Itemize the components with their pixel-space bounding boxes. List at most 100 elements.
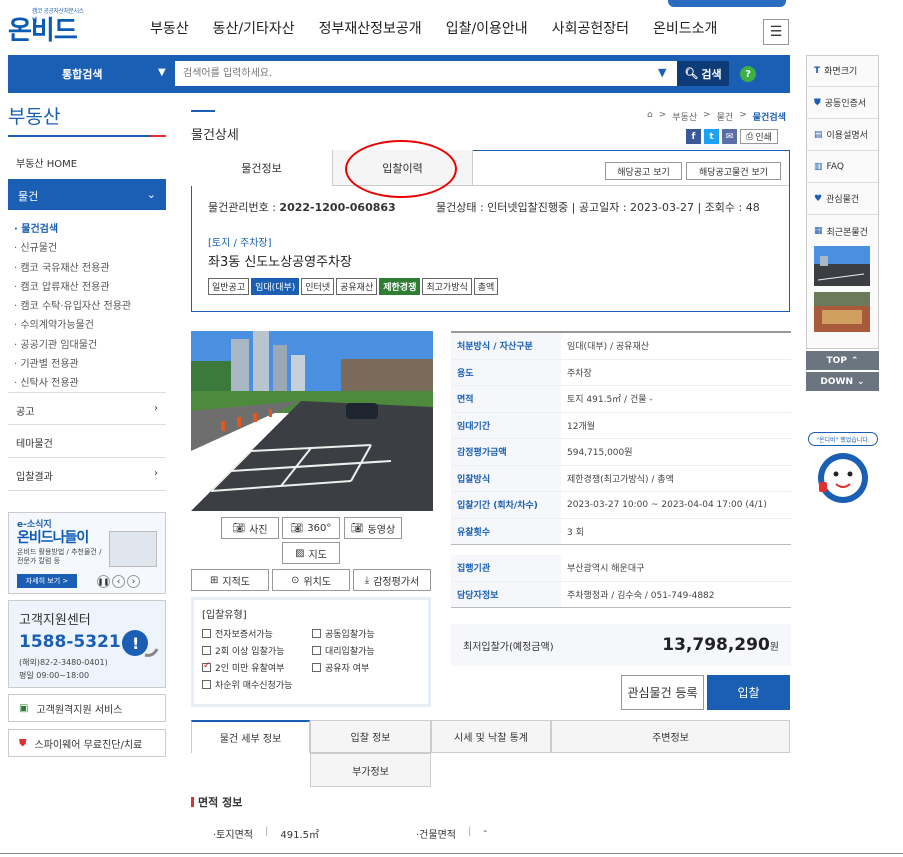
logo[interactable]: 캠코 공공자산처분시스템 온비드 [8, 6, 88, 46]
section-title: 부동산 [8, 106, 61, 128]
search-dropdown-icon[interactable]: ▼ [658, 66, 666, 79]
photo-button[interactable]: 📷︎ 사진 [221, 517, 279, 539]
quick-faq[interactable]: ▥ FAQ [806, 151, 878, 183]
spyware-button[interactable]: ⛊ 스파이웨어 무료진단/치료 [8, 729, 166, 757]
recent-thumb-image [814, 292, 870, 332]
lnav-sub-item[interactable]: · 공공기관 임대물건 [14, 336, 131, 355]
lnav-sub-item[interactable]: · 캠코 수탁·유입자산 전용관 [14, 297, 131, 316]
customer-center: 고객지원센터 1588-5321 (해외)82-2-3480-0401) 평일 … [8, 600, 166, 688]
facebook-icon[interactable]: f [686, 129, 701, 144]
nav-gov-property[interactable]: 정부재산정보공개 [319, 18, 422, 38]
mail-icon[interactable]: ✉ [722, 129, 737, 144]
checkbox [312, 646, 321, 655]
view-notice-items-button[interactable]: 해당공고물건 보기 [686, 162, 781, 180]
badge: 임대(대부) [251, 278, 300, 295]
lnav-sub-item[interactable]: · 수의계약가능물건 [14, 316, 131, 335]
search-input[interactable] [175, 61, 677, 86]
top-utility-pill[interactable] [668, 0, 786, 7]
map-button[interactable]: ▨ 지도 [282, 542, 340, 564]
remote-support-button[interactable]: ▣ 고객원격지원 서비스 [8, 694, 166, 722]
add-favorite-button[interactable]: 관심물건 등록 [621, 675, 704, 710]
price-value-wrap: 13,798,290원 [662, 635, 779, 655]
recent-thumb[interactable] [814, 246, 870, 286]
search-button[interactable]: 🔍︎ 검색 [677, 61, 729, 86]
hamburger-menu-icon[interactable]: ☰ [763, 19, 789, 45]
tab-market-stats[interactable]: 시세 및 낙찰 통계 [431, 720, 551, 753]
camera-icon: 📷︎ [232, 522, 246, 534]
text-size-icon: T [814, 65, 821, 76]
lnav-theme[interactable]: 테마물건 [8, 425, 166, 458]
quick-favorites[interactable]: ♥ 관심물건 [806, 183, 878, 215]
quick-font-size[interactable]: T 화면크기 [806, 55, 878, 87]
lnav-sub-item[interactable]: · 신규물건 [14, 239, 131, 258]
lnav-bid-result[interactable]: 입찰결과 › [8, 458, 166, 491]
help-icon[interactable]: ? [740, 66, 756, 82]
nav-bid-guide[interactable]: 입찰/이용안내 [446, 18, 528, 38]
tab-item-info[interactable]: 물건정보 [191, 150, 333, 186]
quick-recent[interactable]: ▦ 최근본물건 [806, 215, 878, 247]
tab-surroundings[interactable]: 주변정보 [551, 720, 790, 753]
twitter-icon[interactable]: t [704, 129, 719, 144]
highlight-circle [345, 140, 457, 198]
nav-about[interactable]: 온비드소개 [653, 18, 717, 38]
cadastral-map-button[interactable]: ⊞ 지적도 [191, 569, 269, 591]
item-status: 물건상태 : 인터넷입찰진행중 | 공고일자 : 2023-03-27 | 조회… [436, 201, 760, 214]
lnav-notice[interactable]: 공고 › [8, 392, 166, 425]
bid-option: 2인 미만 유찰여부 [202, 661, 312, 674]
lnav-sub-item[interactable]: · 캠코 국유재산 전용관 [14, 259, 131, 278]
print-button[interactable]: ⎙ 인쇄 [740, 129, 778, 144]
item-meta: 물건관리번호 : 2022-1200-060863 [208, 201, 396, 214]
bid-button[interactable]: 입찰 [707, 675, 790, 710]
video-button[interactable]: 📷︎ 동영상 [344, 517, 402, 539]
clipboard-icon: ▤ [814, 129, 823, 140]
scroll-top-button[interactable]: TOP ⌃ [806, 351, 879, 370]
logo-text: 온비드 [8, 16, 78, 46]
tab-item-detail[interactable]: 물건 세부 정보 [191, 720, 310, 753]
newsletter-banner[interactable]: e-소식지 온비드나들이 온비드 활용방법 / 추천물건 / 전문가 칼럼 등 … [8, 512, 166, 594]
lnav-active-label: 물건 [18, 190, 39, 203]
street-photo [191, 331, 433, 511]
checkbox [202, 680, 211, 689]
detail-table: 처분방식 / 자산구분 임대(대부) / 공유재산 용도 주차장 면적 토지 491.… [451, 331, 791, 608]
appraisal-button[interactable]: ⤓ 감정평가서 [353, 569, 431, 591]
nav-real-estate[interactable]: 부동산 [150, 18, 189, 38]
item-photo[interactable] [191, 331, 433, 511]
lnav-sub-item[interactable]: · 기관별 전용관 [14, 355, 131, 374]
badge-list: 일반공고 임대(대부) 인터넷 공유재산 제한경쟁 최고가방식 총액 [208, 278, 499, 295]
bid-option: 대리입찰가능 [312, 644, 422, 657]
recent-thumb[interactable] [814, 292, 870, 332]
tab-bid-info[interactable]: 입찰 정보 [310, 720, 431, 753]
search-bar: 통합검색 ▼ ▼ 🔍︎ 검색 ? [8, 55, 790, 93]
quick-certificate[interactable]: ⛊ 공동인증서 [806, 87, 878, 119]
bid-option: 2회 이상 입찰가능 [202, 644, 312, 657]
lnav-sub-item[interactable]: · 물건검색 [14, 220, 131, 239]
search-scope-select[interactable]: 통합검색 ▼ [8, 55, 176, 93]
section-marker [191, 797, 194, 807]
bid-option: 공유자 여부 [312, 661, 422, 674]
pause-icon[interactable]: ❚❚ [97, 575, 110, 588]
item-category: [토지 / 주차장] [208, 238, 272, 249]
location-map-button[interactable]: ⊙ 위치도 [272, 569, 350, 591]
home-icon[interactable]: ⌂ [647, 110, 653, 123]
bid-type-box: [입찰유형] 전자보증서가능 공동입찰가능 2회 이상 입찰가능 대리입찰가능 … [191, 597, 431, 707]
lnav-sub-item[interactable]: · 캠코 압류재산 전용관 [14, 278, 131, 297]
panorama-button[interactable]: 📷︎ 360° [282, 517, 340, 539]
next-icon[interactable]: › [127, 575, 140, 588]
lnav-home[interactable]: 부동산 HOME [8, 155, 166, 170]
badge: 공유재산 [336, 278, 378, 295]
tab-extra-info[interactable]: 부가정보 [310, 753, 431, 787]
view-notice-button[interactable]: 해당공고 보기 [605, 162, 682, 180]
mascot-banner[interactable]: "온디비" 했었습니다. [808, 430, 878, 506]
chevron-right-icon: › [154, 403, 158, 414]
scroll-down-button[interactable]: DOWN ⌄ [806, 372, 879, 391]
banner-more-button[interactable]: 자세히 보기 > [17, 574, 77, 588]
nav-movable[interactable]: 동산/기타자산 [213, 18, 295, 38]
table-row: 집행기관 부산광역시 해운대구 [451, 555, 791, 582]
table-row: 면적 토지 491.5㎡ / 건물 - [451, 386, 791, 413]
quick-manual[interactable]: ▤ 이용설명서 [806, 119, 878, 151]
nav-social[interactable]: 사회공헌장터 [552, 18, 629, 38]
lnav-active-item[interactable]: 물건 ⌄ [8, 179, 166, 210]
prev-icon[interactable]: ‹ [112, 575, 125, 588]
lnav-sub-item[interactable]: · 신탁사 전용관 [14, 374, 131, 393]
svg-text:!: ! [132, 634, 139, 653]
